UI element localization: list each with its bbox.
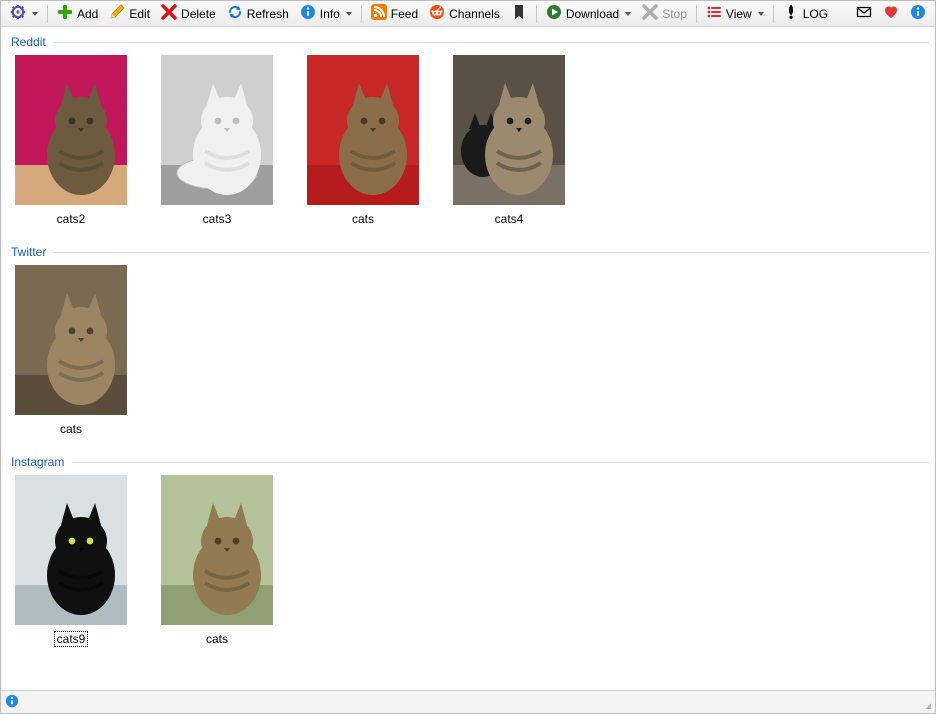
feed-button[interactable]: Feed — [366, 3, 423, 25]
group-title: Instagram — [11, 455, 64, 469]
app-window: Add Edit Delete Refresh Info — [0, 0, 936, 714]
group-divider — [54, 42, 929, 43]
group: Twitter cats — [7, 243, 929, 437]
group-items: cats9 cats — [7, 471, 929, 647]
delete-label: Delete — [181, 7, 216, 21]
resize-grip-icon[interactable] — [917, 695, 931, 709]
group-header[interactable]: Reddit — [7, 33, 929, 51]
edit-label: Edit — [129, 7, 150, 21]
thumbnail-image — [453, 55, 565, 205]
refresh-icon — [227, 4, 243, 23]
log-button[interactable]: LOG — [778, 3, 833, 25]
channels-label: Channels — [449, 7, 500, 21]
exclamation-icon — [783, 4, 799, 23]
stop-button[interactable]: Stop — [637, 3, 692, 25]
rss-icon — [371, 4, 387, 23]
log-label: LOG — [803, 7, 828, 21]
thumbnail-caption[interactable]: cats2 — [54, 211, 89, 227]
status-bar — [1, 691, 935, 713]
view-label: View — [726, 7, 752, 21]
toolbar-separator — [361, 5, 362, 23]
group-header[interactable]: Instagram — [7, 453, 929, 471]
reddit-icon — [429, 4, 445, 23]
bookmark-button[interactable] — [506, 3, 532, 25]
plus-icon — [57, 4, 73, 23]
thumbnail-item[interactable]: cats4 — [453, 55, 565, 227]
edit-button[interactable]: Edit — [104, 3, 155, 25]
donate-button[interactable] — [878, 3, 904, 25]
stop-label: Stop — [662, 7, 687, 21]
toolbar-separator — [47, 5, 48, 23]
chevron-down-icon — [32, 12, 38, 16]
info-icon — [910, 4, 926, 23]
group-items: cats — [7, 261, 929, 437]
toolbar-separator — [536, 5, 537, 23]
download-label: Download — [566, 7, 619, 21]
info-icon — [5, 694, 19, 711]
thumbnail-caption[interactable]: cats — [203, 631, 231, 647]
group-items: cats2 cats3 cats — [7, 51, 929, 227]
envelope-icon — [856, 4, 872, 23]
thumbnail-image — [15, 475, 127, 625]
gear-icon — [10, 4, 26, 23]
info-button[interactable]: Info — [295, 3, 357, 25]
thumbnail-caption[interactable]: cats — [349, 211, 377, 227]
pencil-icon — [109, 4, 125, 23]
channels-button[interactable]: Channels — [424, 3, 505, 25]
chevron-down-icon — [625, 12, 631, 16]
group-title: Reddit — [11, 35, 46, 49]
group-title: Twitter — [11, 245, 46, 259]
toolbar-separator — [696, 5, 697, 23]
about-button[interactable] — [905, 3, 931, 25]
group-divider — [72, 462, 929, 463]
group-header[interactable]: Twitter — [7, 243, 929, 261]
group-divider — [54, 252, 929, 253]
toolbar: Add Edit Delete Refresh Info — [1, 1, 935, 27]
bookmark-icon — [511, 4, 527, 23]
download-button[interactable]: Download — [541, 3, 636, 25]
thumbnail-caption[interactable]: cats — [57, 421, 85, 437]
thumbnail-image — [161, 475, 273, 625]
delete-button[interactable]: Delete — [156, 3, 221, 25]
thumbnail-item[interactable]: cats3 — [161, 55, 273, 227]
thumbnail-caption[interactable]: cats4 — [492, 211, 527, 227]
play-icon — [546, 4, 562, 23]
x-icon — [161, 4, 177, 23]
info-icon — [300, 4, 316, 23]
thumbnail-caption[interactable]: cats3 — [200, 211, 235, 227]
add-button[interactable]: Add — [52, 3, 103, 25]
thumbnail-image — [307, 55, 419, 205]
thumbnail-item[interactable]: cats — [307, 55, 419, 227]
view-button[interactable]: View — [701, 3, 769, 25]
group: Reddit cats2 cats3 — [7, 33, 929, 227]
settings-button[interactable] — [5, 3, 43, 25]
add-label: Add — [77, 7, 98, 21]
thumbnail-item[interactable]: cats — [161, 475, 273, 647]
thumbnail-image — [15, 55, 127, 205]
toolbar-separator — [773, 5, 774, 23]
thumbnail-item[interactable]: cats — [15, 265, 127, 437]
list-icon — [706, 4, 722, 23]
thumbnail-image — [15, 265, 127, 415]
content-viewport[interactable]: Reddit cats2 cats3 — [1, 27, 935, 691]
x-icon — [642, 4, 658, 23]
refresh-button[interactable]: Refresh — [222, 3, 294, 25]
thumbnail-item[interactable]: cats2 — [15, 55, 127, 227]
mail-button[interactable] — [851, 3, 877, 25]
thumbnail-image — [161, 55, 273, 205]
thumbnail-caption[interactable]: cats9 — [54, 631, 89, 647]
info-label: Info — [320, 7, 340, 21]
thumbnail-item[interactable]: cats9 — [15, 475, 127, 647]
refresh-label: Refresh — [247, 7, 289, 21]
chevron-down-icon — [346, 12, 352, 16]
heart-icon — [883, 4, 899, 23]
chevron-down-icon — [758, 12, 764, 16]
group: Instagram cats9 cats — [7, 453, 929, 647]
feed-label: Feed — [391, 7, 418, 21]
